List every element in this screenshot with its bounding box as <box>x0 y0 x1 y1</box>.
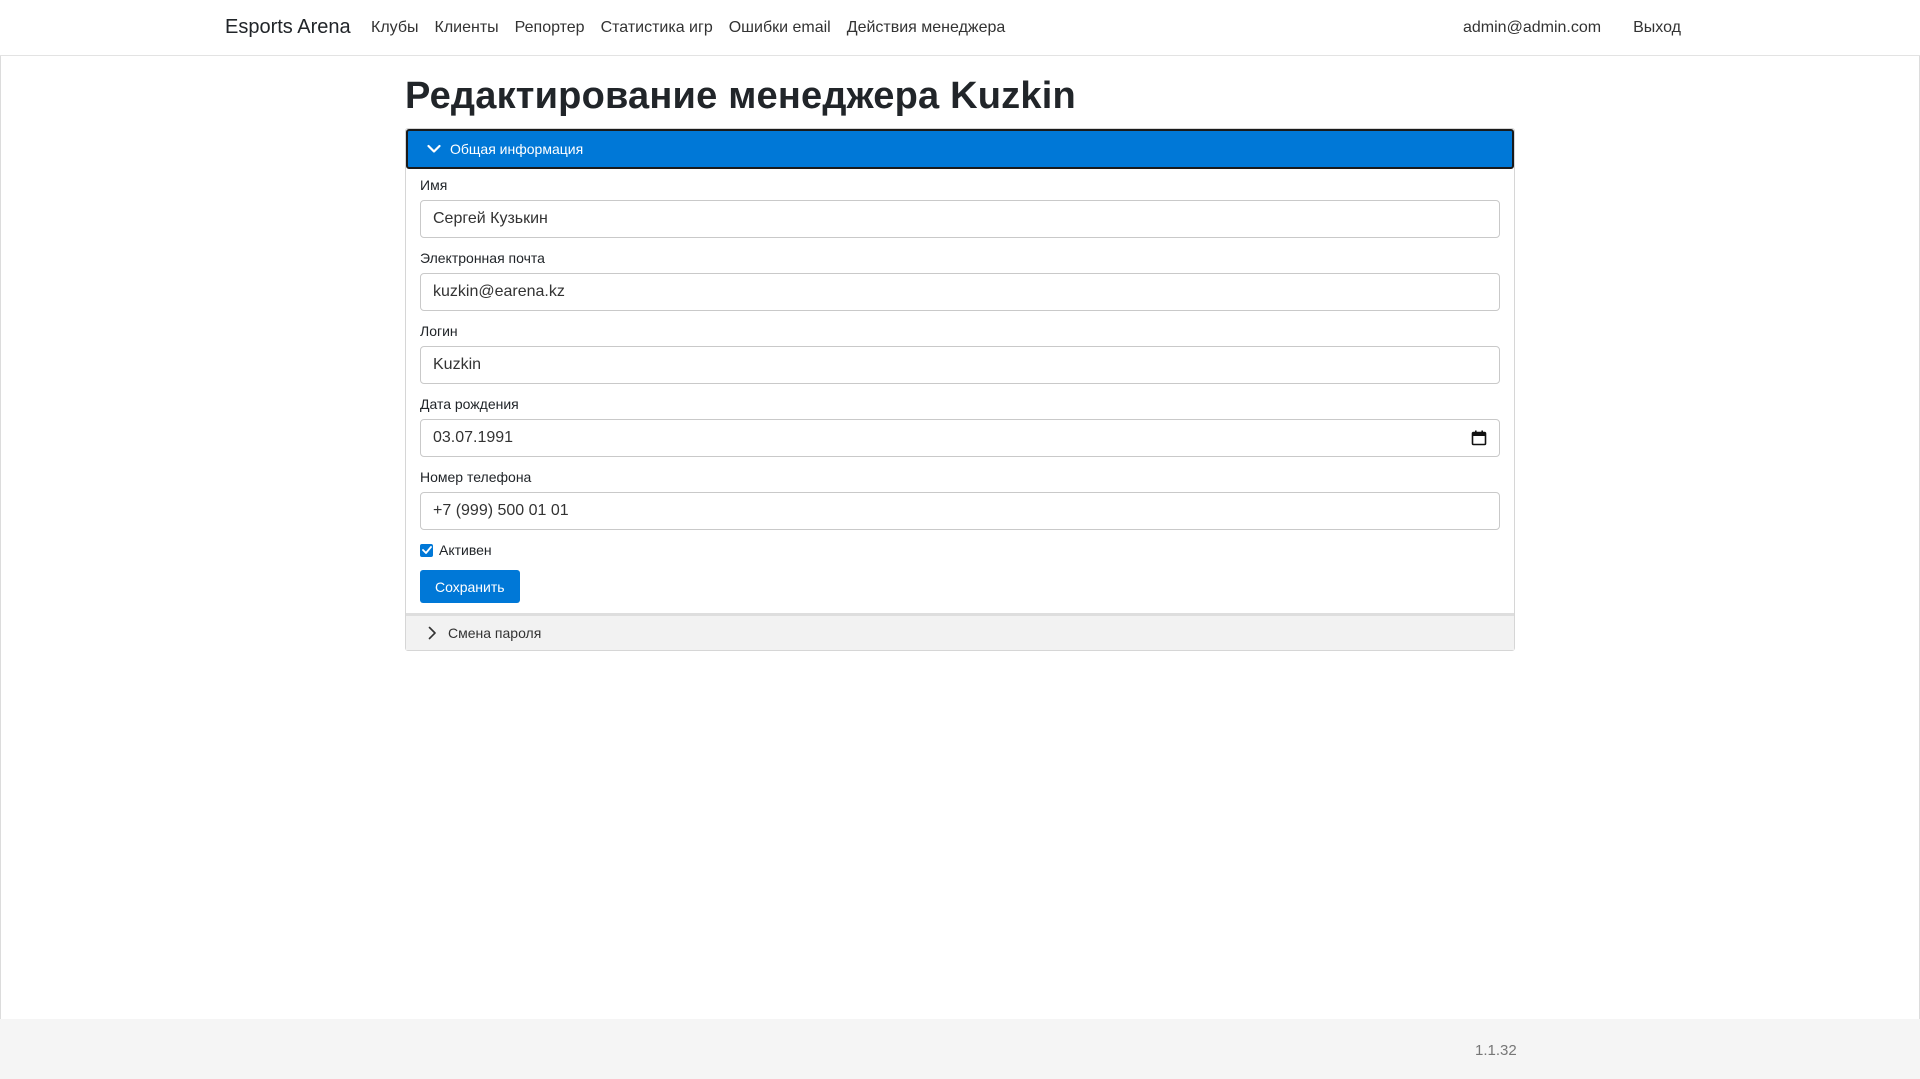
chevron-down-icon <box>424 139 444 159</box>
general-info-header[interactable]: Общая информация <box>406 129 1514 169</box>
app-version: 1.1.32 <box>1475 1042 1517 1059</box>
phone-input[interactable]: +7 (999) 500 01 01 <box>420 492 1500 530</box>
top-navbar: Esports Arena Клубы Клиенты Репортер Ста… <box>0 0 1920 56</box>
birthdate-input[interactable]: 03.07.1991 <box>420 419 1500 457</box>
phone-input-value: +7 (999) 500 01 01 <box>433 502 569 519</box>
login-input[interactable]: Kuzkin <box>420 346 1500 384</box>
general-info-header-label: Общая информация <box>450 141 584 157</box>
nav-link-email-errors[interactable]: Ошибки email <box>729 19 831 37</box>
brand-link[interactable]: Esports Arena <box>225 16 351 39</box>
general-info-body: Имя Сергей Кузькин Электронная почта kuz… <box>406 169 1514 613</box>
birthdate-label: Дата рождения <box>420 396 519 412</box>
page-title: Редактирование менеджера Kuzkin <box>405 75 1076 117</box>
email-input-value: kuzkin@earena.kz <box>433 283 565 300</box>
save-button[interactable]: Сохранить <box>420 570 520 603</box>
user-email-link[interactable]: admin@admin.com <box>1463 19 1601 37</box>
nav-links: Клубы Клиенты Репортер Статистика игр Ош… <box>371 19 1005 37</box>
login-group: Логин Kuzkin <box>420 323 1500 384</box>
nav-link-clients[interactable]: Клиенты <box>435 19 499 37</box>
email-input[interactable]: kuzkin@earena.kz <box>420 273 1500 311</box>
active-label[interactable]: Активен <box>439 542 492 558</box>
manager-accordion: Общая информация Имя Сергей Кузькин Элек… <box>405 128 1515 651</box>
password-change-header-label: Смена пароля <box>448 625 542 641</box>
phone-group: Номер телефона +7 (999) 500 01 01 <box>420 469 1500 530</box>
nav-right: admin@admin.com Выход <box>1463 19 1681 37</box>
name-input-value: Сергей Кузькин <box>433 210 548 227</box>
email-group: Электронная почта kuzkin@earena.kz <box>420 250 1500 311</box>
page-footer: 1.1.32 <box>0 1019 1920 1079</box>
calendar-icon[interactable] <box>1471 430 1487 446</box>
check-icon <box>421 546 432 554</box>
phone-label: Номер телефона <box>420 469 532 485</box>
active-checkbox[interactable] <box>420 543 433 557</box>
nav-link-manager-actions[interactable]: Действия менеджера <box>847 19 1006 37</box>
nav-link-clubs[interactable]: Клубы <box>371 19 419 37</box>
logout-link[interactable]: Выход <box>1633 19 1681 37</box>
login-label: Логин <box>420 323 458 339</box>
birthdate-input-value: 03.07.1991 <box>433 429 514 446</box>
login-input-value: Kuzkin <box>433 356 482 373</box>
chevron-right-icon <box>424 625 440 641</box>
name-group: Имя Сергей Кузькин <box>420 177 1500 238</box>
name-label: Имя <box>420 177 448 193</box>
password-change-header[interactable]: Смена пароля <box>406 613 1514 650</box>
email-label: Электронная почта <box>420 250 545 266</box>
birthdate-group: Дата рождения 03.07.1991 <box>420 396 1500 457</box>
active-row: Активен <box>420 542 1500 558</box>
nav-link-game-stats[interactable]: Статистика игр <box>601 19 713 37</box>
name-input[interactable]: Сергей Кузькин <box>420 200 1500 238</box>
nav-link-reporter[interactable]: Репортер <box>515 19 585 37</box>
